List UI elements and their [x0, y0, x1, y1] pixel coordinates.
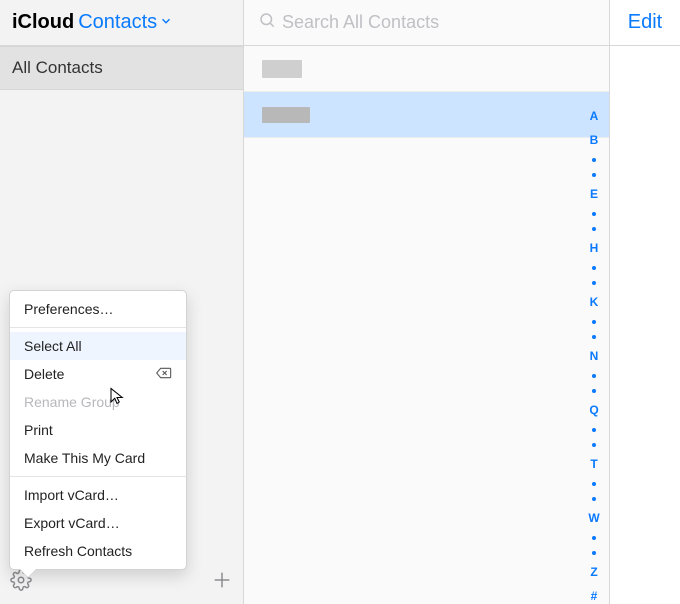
- index-letter[interactable]: #: [591, 590, 598, 603]
- menu-tail: [20, 569, 36, 577]
- index-letter[interactable]: B: [590, 134, 599, 147]
- app-switcher[interactable]: iCloud Contacts: [0, 0, 244, 45]
- index-dot[interactable]: [592, 227, 596, 231]
- index-letter[interactable]: H: [590, 242, 599, 255]
- settings-context-menu: Preferences… Select All Delete Rename: [9, 290, 187, 570]
- index-dot[interactable]: [592, 281, 596, 285]
- plus-icon[interactable]: [211, 569, 233, 596]
- index-dot[interactable]: [592, 497, 596, 501]
- menu-item-preferences[interactable]: Preferences…: [10, 295, 186, 323]
- index-letter[interactable]: N: [590, 350, 599, 363]
- index-dot[interactable]: [592, 173, 596, 177]
- contacts-list: A B E H K N Q T: [244, 46, 610, 604]
- contact-row[interactable]: [244, 92, 609, 138]
- index-letter[interactable]: Q: [589, 404, 598, 417]
- redacted-name: [262, 60, 302, 78]
- contact-detail-panel: [610, 46, 680, 604]
- body: All Contacts Preferences… Select All Del…: [0, 46, 680, 604]
- menu-item-select-all[interactable]: Select All: [10, 332, 186, 360]
- index-dot[interactable]: [592, 482, 596, 486]
- menu-separator: [10, 327, 186, 328]
- menu-item-delete[interactable]: Delete: [10, 360, 186, 388]
- index-dot[interactable]: [592, 335, 596, 339]
- alphabet-index: A B E H K N Q T: [583, 110, 605, 603]
- index-letter[interactable]: K: [590, 296, 599, 309]
- index-dot[interactable]: [592, 374, 596, 378]
- index-letter[interactable]: W: [588, 512, 599, 525]
- index-dot[interactable]: [592, 389, 596, 393]
- index-letter[interactable]: Z: [590, 566, 597, 579]
- menu-separator: [10, 476, 186, 477]
- index-dot[interactable]: [592, 443, 596, 447]
- sidebar-item-all-contacts[interactable]: All Contacts: [0, 46, 243, 90]
- menu-item-rename-group: Rename Group: [10, 388, 186, 416]
- brand-prefix: iCloud: [12, 11, 74, 34]
- edit-label: Edit: [628, 11, 662, 34]
- menu-item-refresh[interactable]: Refresh Contacts: [10, 537, 186, 565]
- top-bar: iCloud Contacts Edit: [0, 0, 680, 46]
- redacted-name: [262, 107, 310, 123]
- groups-sidebar: All Contacts Preferences… Select All Del…: [0, 46, 244, 604]
- chevron-down-icon: [159, 11, 173, 34]
- index-dot[interactable]: [592, 158, 596, 162]
- menu-item-make-my-card[interactable]: Make This My Card: [10, 444, 186, 472]
- menu-item-print[interactable]: Print: [10, 416, 186, 444]
- menu-item-import-vcard[interactable]: Import vCard…: [10, 481, 186, 509]
- sidebar-item-label: All Contacts: [12, 58, 103, 78]
- search-input[interactable]: [282, 12, 609, 33]
- contact-row[interactable]: [244, 46, 609, 92]
- icloud-contacts-app: iCloud Contacts Edit All Contacts Prefer…: [0, 0, 680, 604]
- index-letter[interactable]: A: [590, 110, 599, 123]
- backspace-icon: [156, 366, 172, 382]
- search-bar[interactable]: [244, 0, 610, 45]
- index-dot[interactable]: [592, 551, 596, 555]
- index-letter[interactable]: T: [590, 458, 597, 471]
- index-dot[interactable]: [592, 428, 596, 432]
- menu-item-export-vcard[interactable]: Export vCard…: [10, 509, 186, 537]
- app-name: Contacts: [78, 11, 157, 34]
- edit-button[interactable]: Edit: [610, 0, 680, 45]
- index-dot[interactable]: [592, 212, 596, 216]
- index-letter[interactable]: E: [590, 188, 598, 201]
- search-icon: [258, 11, 276, 34]
- index-dot[interactable]: [592, 266, 596, 270]
- index-dot[interactable]: [592, 320, 596, 324]
- index-dot[interactable]: [592, 536, 596, 540]
